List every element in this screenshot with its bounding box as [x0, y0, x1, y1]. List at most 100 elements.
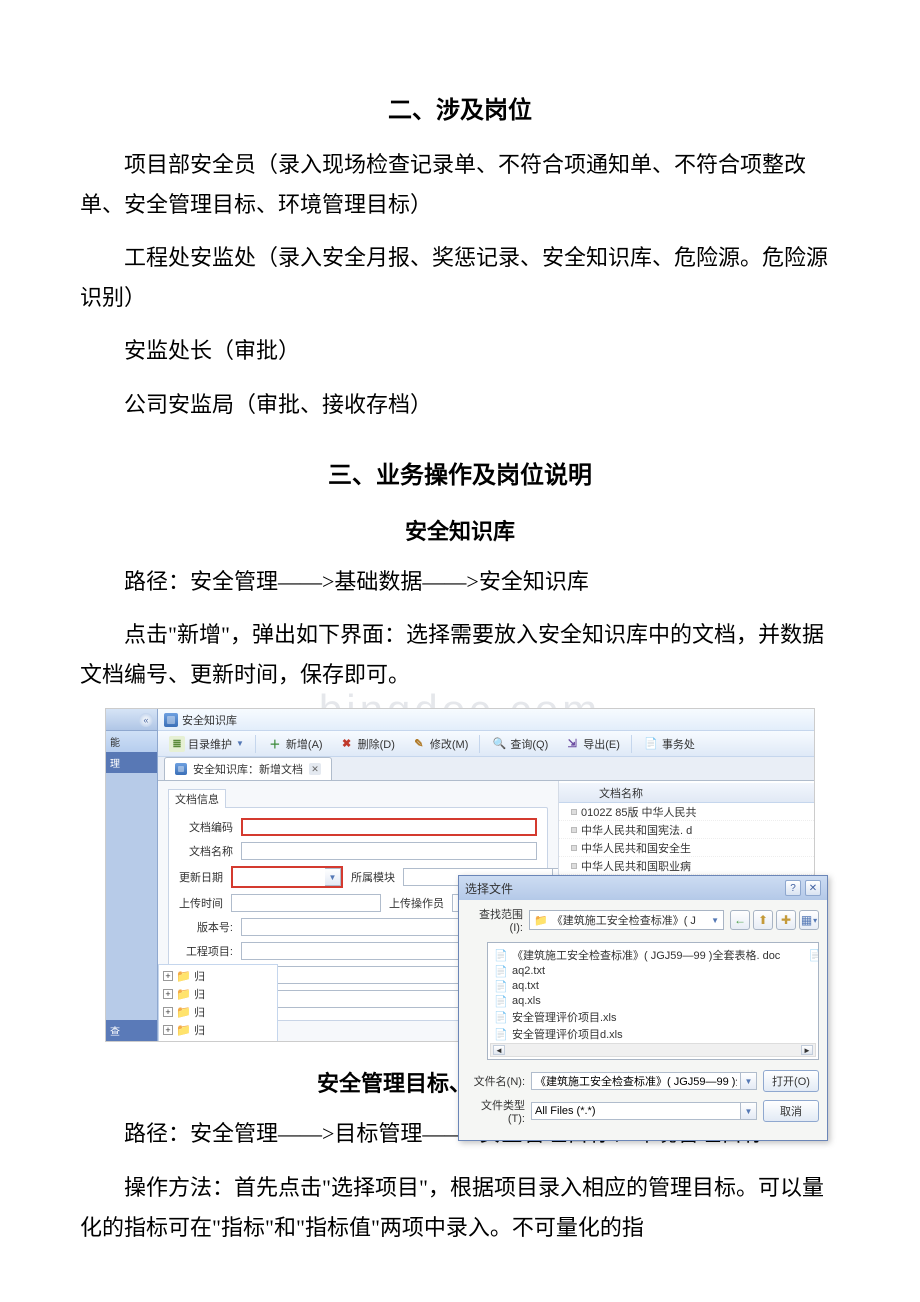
folder-icon: 📁 — [176, 987, 191, 1001]
list-item[interactable]: 中华人民共和国职业病 — [559, 857, 814, 875]
file-item[interactable]: 📄安全管理评价项目d.xls — [494, 1026, 780, 1042]
scroll-left-icon[interactable]: ◄ — [493, 1045, 505, 1055]
tree-row[interactable]: +📁归 — [163, 1003, 273, 1021]
close-button[interactable]: ✕ — [805, 880, 821, 896]
excel-icon: 📄 — [808, 948, 819, 962]
scroll-right-icon[interactable]: ► — [801, 1045, 813, 1055]
tab-strip: 安全知识库：新增文档 ✕ — [158, 757, 814, 781]
excel-icon: 📄 — [494, 994, 508, 1008]
tab-new-doc[interactable]: 安全知识库：新增文档 ✕ — [164, 757, 332, 780]
para-2: 工程处安监处（录入安全月报、奖惩记录、安全知识库、危险源。危险源识别） — [80, 238, 840, 317]
para-3: 安监处长（审批） — [80, 331, 840, 371]
file-item[interactable]: 📄《建筑施工安全检查标准》( JGJ59—99 )全套表格. doc — [494, 947, 780, 963]
filetype-input[interactable] — [531, 1102, 741, 1120]
list-item[interactable]: 0102Z 85版 中华人民共 — [559, 803, 814, 821]
up-button[interactable]: ⬆ — [753, 910, 773, 930]
date-dropdown-icon[interactable]: ▼ — [325, 868, 341, 886]
newfolder-button[interactable]: ✚ — [776, 910, 796, 930]
file-item[interactable]: 📄aq.txt — [494, 979, 780, 993]
transact-button[interactable]: 📄事务处 — [636, 733, 702, 755]
query-button[interactable]: 🔍查询(Q) — [484, 733, 555, 755]
horizontal-scrollbar[interactable]: ◄ ► — [490, 1043, 816, 1057]
folder-icon: 📁 — [534, 914, 548, 927]
expand-icon[interactable]: + — [163, 1007, 173, 1017]
word-icon: 📄 — [494, 948, 508, 962]
tree-row[interactable]: +📁归 — [163, 967, 273, 985]
export-button[interactable]: ⇲导出(E) — [557, 733, 627, 755]
input-name[interactable] — [241, 842, 537, 860]
dialog-titlebar: 选择文件 ? ✕ — [459, 876, 827, 900]
tab-icon — [175, 763, 187, 775]
catalog-button[interactable]: ≣目录维护▼ — [162, 733, 251, 755]
delete-button[interactable]: ✖删除(D) — [332, 733, 402, 755]
file-list: 📄《建筑施工安全检查标准》( JGJ59—99 )全套表格. doc 📄aq2.… — [487, 942, 819, 1060]
file-item[interactable]: 📄aq.xls — [494, 994, 780, 1008]
para-5: 路径：安全管理——>基础数据——>安全知识库 — [80, 562, 840, 602]
folder-icon: 📁 — [176, 1005, 191, 1019]
lookin-combo[interactable]: 📁 《建筑施工安全检查标准》( J ▼ — [529, 910, 724, 930]
dropdown-icon: ▼ — [236, 739, 244, 748]
window-titlebar: 安全知识库 — [158, 709, 814, 731]
list-item[interactable]: 中华人民共和国宪法. d — [559, 821, 814, 839]
label-project: 工程项目: — [179, 943, 233, 959]
window-title: 安全知识库 — [182, 712, 237, 728]
back-button[interactable]: ← — [730, 910, 750, 930]
para-8: 操作方法：首先点击"选择项目"，根据项目录入相应的管理目标。可以量化的指标可在"… — [80, 1168, 840, 1247]
lookin-value: 《建筑施工安全检查标准》( J — [552, 912, 706, 928]
filetype-label: 文件类型(T): — [467, 1097, 525, 1125]
para-4: 公司安监局（审批、接收存档） — [80, 385, 840, 425]
tree-icon: ≣ — [169, 736, 185, 752]
delete-icon: ✖ — [339, 736, 355, 752]
file-item[interactable]: 📄aq2.txt — [494, 964, 780, 978]
file-dialog: 选择文件 ? ✕ 查找范围(I): 📁 《建筑施工安全检查标准》( J ▼ ← … — [458, 875, 828, 1141]
lookin-label: 查找范围(I): — [467, 906, 523, 934]
app-window: « 能 理 查 安全知识库 ≣目录维护▼ ＋新增(A) ✖删除(D) ✎修改(M… — [105, 708, 815, 1042]
sidebar-cell-1: 能 — [106, 731, 157, 752]
subheading-kb: 安全知识库 — [80, 514, 840, 546]
input-update-date[interactable] — [233, 868, 325, 886]
label-code: 文档编码 — [179, 819, 233, 835]
label-update: 更新日期 — [179, 869, 223, 885]
tree-panel: +📁归 +📁归 +📁归 +📁归 — [158, 964, 278, 1041]
filename-input[interactable] — [531, 1072, 741, 1090]
tree-row[interactable]: +📁归 — [163, 1021, 273, 1039]
dropdown-icon: ▼ — [711, 916, 719, 925]
label-name: 文档名称 — [179, 843, 233, 859]
sidebar-cell-3: 查 — [106, 1020, 157, 1041]
label-uploader: 上传操作员 — [389, 895, 444, 911]
filename-label: 文件名(N): — [467, 1073, 525, 1089]
add-icon: ＋ — [267, 736, 283, 752]
doc-icon: 📄 — [643, 736, 659, 752]
input-upload-time[interactable] — [231, 894, 381, 912]
list-header: 文档名称 — [559, 783, 814, 803]
toolbar: ≣目录维护▼ ＋新增(A) ✖删除(D) ✎修改(M) 🔍查询(Q) ⇲导出(E… — [158, 731, 814, 757]
close-tab-icon[interactable]: ✕ — [309, 763, 321, 775]
open-button[interactable]: 打开(O) — [763, 1070, 819, 1092]
folder-icon: 📁 — [176, 1023, 191, 1037]
text-icon: 📄 — [494, 979, 508, 993]
add-button[interactable]: ＋新增(A) — [260, 733, 330, 755]
para-1: 项目部安全员（录入现场检查记录单、不符合项通知单、不符合项整改单、安全管理目标、… — [80, 145, 840, 224]
text-icon: 📄 — [494, 964, 508, 978]
view-button[interactable]: ▦▾ — [799, 910, 819, 930]
file-item[interactable]: 📄安全管理评价项目.xls — [494, 1009, 780, 1025]
input-code[interactable] — [241, 818, 537, 836]
file-item[interactable]: 📄安全管理评价 — [808, 947, 819, 963]
group-label: 文档信息 — [168, 789, 226, 808]
cancel-button[interactable]: 取消 — [763, 1100, 819, 1122]
tree-row[interactable]: +📁归 — [163, 985, 273, 1003]
search-icon: 🔍 — [491, 736, 507, 752]
help-button[interactable]: ? — [785, 880, 801, 896]
expand-icon[interactable]: + — [163, 1025, 173, 1035]
folder-icon: 📁 — [176, 969, 191, 983]
list-item[interactable]: 中华人民共和国安全生 — [559, 839, 814, 857]
sidebar-collapse[interactable]: « — [106, 709, 157, 731]
expand-icon[interactable]: + — [163, 989, 173, 999]
filetype-dropdown-icon[interactable]: ▼ — [741, 1102, 757, 1120]
sidebar-cell-2: 理 — [106, 752, 157, 773]
expand-icon[interactable]: + — [163, 971, 173, 981]
modify-button[interactable]: ✎修改(M) — [404, 733, 476, 755]
filename-dropdown-icon[interactable]: ▼ — [741, 1072, 757, 1090]
excel-icon: 📄 — [494, 1027, 508, 1041]
label-upload-time: 上传时间 — [179, 895, 223, 911]
